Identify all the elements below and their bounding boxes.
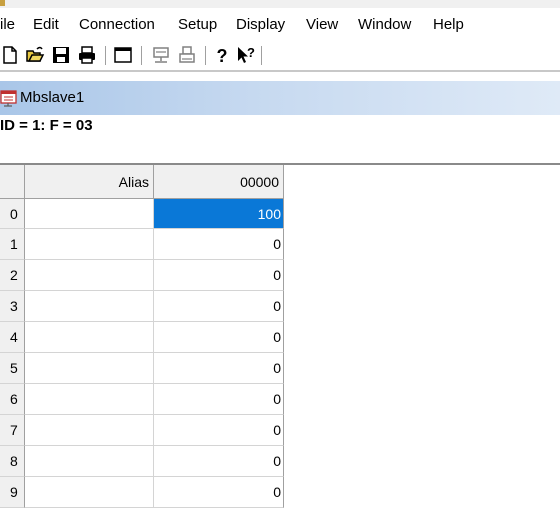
menu-connection[interactable]: Connection bbox=[79, 16, 155, 34]
alias-cell[interactable] bbox=[25, 384, 154, 415]
alias-cell[interactable] bbox=[25, 477, 154, 508]
register-value-cell[interactable]: 0 bbox=[154, 260, 284, 291]
alias-cell[interactable] bbox=[25, 291, 154, 322]
svg-text:?: ? bbox=[217, 46, 228, 65]
menu-bar: ile Edit Connection Setup Display View W… bbox=[0, 8, 560, 42]
menu-window[interactable]: Window bbox=[358, 16, 411, 34]
new-icon[interactable] bbox=[0, 45, 20, 65]
register-value-cell[interactable]: 0 bbox=[154, 291, 284, 322]
window-icon[interactable] bbox=[113, 45, 133, 65]
toolbar-border bbox=[0, 70, 560, 72]
menu-file[interactable]: ile bbox=[0, 16, 15, 34]
alias-cell[interactable] bbox=[25, 446, 154, 477]
slave-status: ID = 1: F = 03 bbox=[0, 117, 93, 134]
toolbar-separator bbox=[141, 46, 142, 65]
register-value-cell[interactable]: 0 bbox=[154, 446, 284, 477]
register-value-cell[interactable]: 100 bbox=[154, 199, 284, 229]
alias-cell[interactable] bbox=[25, 415, 154, 446]
context-help-icon[interactable]: ? bbox=[236, 45, 256, 65]
row-header[interactable]: 5 bbox=[0, 353, 25, 384]
register-value-cell[interactable]: 0 bbox=[154, 477, 284, 508]
register-value-cell[interactable]: 0 bbox=[154, 415, 284, 446]
column-header-address[interactable]: 00000 bbox=[154, 165, 284, 199]
toolbar-separator bbox=[261, 46, 262, 65]
alias-cell[interactable] bbox=[25, 322, 154, 353]
corner-header bbox=[0, 165, 25, 199]
printer-setup-icon[interactable] bbox=[177, 45, 197, 65]
alias-cell[interactable] bbox=[25, 229, 154, 260]
menu-view[interactable]: View bbox=[306, 16, 338, 34]
row-header[interactable]: 6 bbox=[0, 384, 25, 415]
column-header-alias[interactable]: Alias bbox=[25, 165, 154, 199]
print-icon[interactable] bbox=[77, 45, 97, 65]
app-icon bbox=[0, 0, 5, 6]
menu-help[interactable]: Help bbox=[433, 16, 464, 34]
row-header[interactable]: 9 bbox=[0, 477, 25, 508]
mdi-child-titlebar[interactable]: Mbslave1 bbox=[0, 81, 560, 115]
row-header[interactable]: 4 bbox=[0, 322, 25, 353]
save-icon[interactable] bbox=[51, 45, 71, 65]
svg-text:?: ? bbox=[247, 45, 255, 60]
alias-cell[interactable] bbox=[25, 260, 154, 291]
alias-cell[interactable] bbox=[25, 353, 154, 384]
toolbar-separator bbox=[205, 46, 206, 65]
register-value-cell[interactable]: 0 bbox=[154, 322, 284, 353]
row-header[interactable]: 2 bbox=[0, 260, 25, 291]
help-icon[interactable]: ? bbox=[212, 45, 232, 65]
app-title-strip bbox=[0, 0, 560, 8]
open-icon[interactable] bbox=[25, 45, 45, 65]
toolbar: ? ? bbox=[0, 42, 560, 70]
row-header[interactable]: 3 bbox=[0, 291, 25, 322]
menu-setup[interactable]: Setup bbox=[178, 16, 217, 34]
register-value-cell[interactable]: 0 bbox=[154, 229, 284, 260]
row-header[interactable]: 1 bbox=[0, 229, 25, 260]
row-header[interactable]: 7 bbox=[0, 415, 25, 446]
toolbar-separator bbox=[105, 46, 106, 65]
document-icon bbox=[0, 90, 17, 107]
menu-display[interactable]: Display bbox=[236, 16, 285, 34]
window-title: Mbslave1 bbox=[20, 89, 85, 106]
alias-cell[interactable] bbox=[25, 199, 154, 229]
row-header[interactable]: 0 bbox=[0, 199, 25, 229]
register-value-cell[interactable]: 0 bbox=[154, 384, 284, 415]
menu-edit[interactable]: Edit bbox=[33, 16, 59, 34]
register-value-cell[interactable]: 0 bbox=[154, 353, 284, 384]
row-header[interactable]: 8 bbox=[0, 446, 25, 477]
connect-icon[interactable] bbox=[151, 45, 171, 65]
